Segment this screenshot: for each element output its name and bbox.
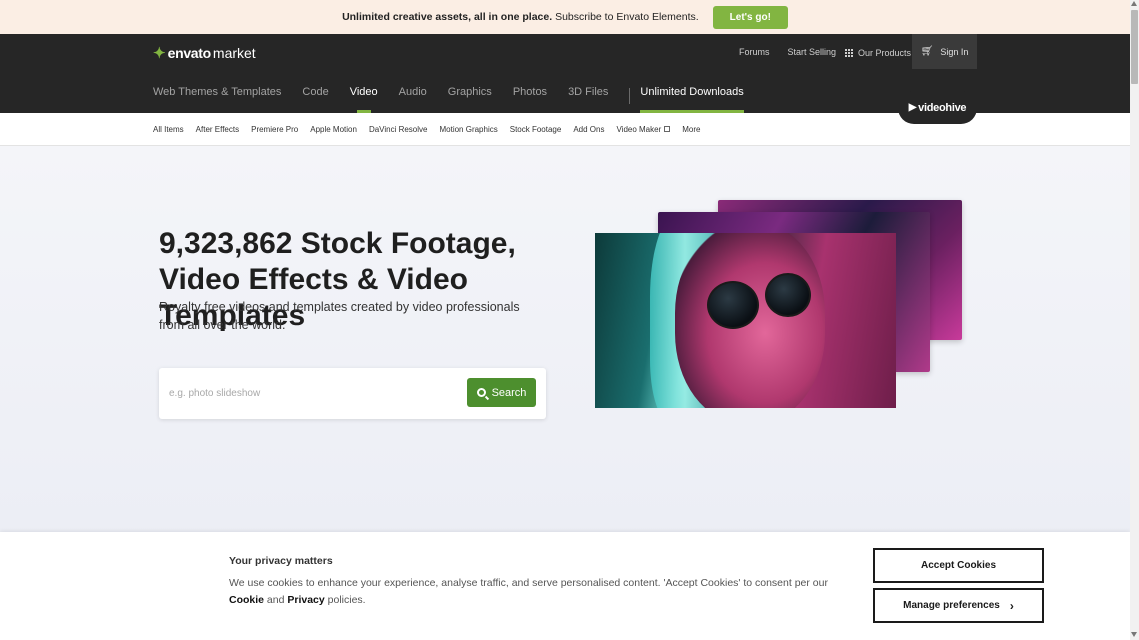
search-icon xyxy=(476,388,486,397)
subnav-video-maker-label: Video Maker xyxy=(616,125,662,134)
manage-preferences-button[interactable]: Manage preferences › xyxy=(873,588,1044,623)
manage-preferences-label: Manage preferences xyxy=(903,600,1000,611)
nav-divider xyxy=(629,87,631,104)
main-nav: Web Themes & Templates Code Video Audio … xyxy=(153,86,745,113)
videohive-icon: ▶ xyxy=(908,102,917,113)
subnav-after-effects[interactable]: After Effects xyxy=(196,125,239,134)
forums-link[interactable]: Forums xyxy=(739,47,770,57)
sunglasses-lens-right xyxy=(765,273,811,317)
search-button-label: Search xyxy=(491,386,527,399)
subnav-stock-footage[interactable]: Stock Footage xyxy=(510,125,562,134)
sign-in-link[interactable]: Sign In xyxy=(940,47,968,57)
cookie-title: Your privacy matters xyxy=(229,555,333,567)
nav-photos[interactable]: Photos xyxy=(513,86,547,113)
hero-subtitle: Royalty free videos and templates create… xyxy=(159,300,520,332)
subnav-video-maker[interactable]: Video Maker xyxy=(616,125,671,134)
nav-unlimited-downloads[interactable]: Unlimited Downloads xyxy=(640,86,745,113)
nav-video[interactable]: Video xyxy=(350,86,378,113)
hero-section: 9,323,862 Stock Footage, Video Effects &… xyxy=(0,146,1130,532)
nav-web-themes[interactable]: Web Themes & Templates xyxy=(153,86,281,113)
scroll-down-arrow-icon[interactable] xyxy=(1131,632,1137,637)
subnav-apple-motion[interactable]: Apple Motion xyxy=(310,125,357,134)
nav-graphics[interactable]: Graphics xyxy=(448,86,492,113)
search-box: Search xyxy=(159,368,546,419)
scroll-thumb[interactable] xyxy=(1131,10,1138,84)
envato-market-logo[interactable]: ✦ envato market xyxy=(153,44,256,62)
external-link-icon xyxy=(664,126,671,132)
privacy-policy-link[interactable]: Privacy xyxy=(287,594,324,606)
subnav-more[interactable]: More xyxy=(682,125,700,134)
cookie-text-and: and xyxy=(264,594,288,606)
promo-text-rest: Subscribe to Envato Elements. xyxy=(555,11,699,23)
subnav-motion-graphics[interactable]: Motion Graphics xyxy=(439,125,497,134)
videohive-badge[interactable]: ▶ videohive xyxy=(898,91,977,124)
logo-brand: envato xyxy=(167,45,212,61)
subnav-add-ons[interactable]: Add Ons xyxy=(573,125,604,134)
nav-3d-files[interactable]: 3D Files xyxy=(568,86,608,113)
hero-image-woman-sunglasses xyxy=(595,233,896,408)
search-input[interactable] xyxy=(169,382,459,404)
sign-in-area[interactable]: 🛒︎ Sign In xyxy=(912,34,977,69)
promo-text-bold: Unlimited creative assets, all in one pl… xyxy=(342,11,553,23)
logo-product: market xyxy=(212,45,256,61)
cart-icon[interactable]: 🛒︎ xyxy=(921,46,934,57)
page-scrollbar[interactable] xyxy=(1130,0,1139,640)
top-links: Forums Start Selling xyxy=(739,47,836,57)
grid-icon xyxy=(845,49,853,57)
cookie-text-part1: We use cookies to enhance your experienc… xyxy=(229,577,828,589)
chevron-right-icon: › xyxy=(1009,598,1014,613)
cookie-policy-link[interactable]: Cookie xyxy=(229,594,264,606)
videohive-label: videohive xyxy=(918,101,967,114)
nav-code[interactable]: Code xyxy=(302,86,328,113)
cookie-text: We use cookies to enhance your experienc… xyxy=(229,575,849,609)
our-products-menu[interactable]: Our Products xyxy=(845,48,911,58)
lets-go-button[interactable]: Let's go! xyxy=(712,5,788,29)
our-products-label: Our Products xyxy=(858,48,912,58)
subnav-davinci-resolve[interactable]: DaVinci Resolve xyxy=(369,125,428,134)
accept-cookies-button[interactable]: Accept Cookies xyxy=(873,548,1044,583)
search-button[interactable]: Search xyxy=(467,378,536,407)
promo-banner: Unlimited creative assets, all in one pl… xyxy=(0,0,1130,34)
sunglasses-lens-left xyxy=(707,281,759,329)
subnav-premiere-pro[interactable]: Premiere Pro xyxy=(251,125,298,134)
cookie-text-part2: policies. xyxy=(324,594,366,606)
subnav-all-items[interactable]: All Items xyxy=(153,125,184,134)
cookie-consent-bar: Your privacy matters We use cookies to e… xyxy=(0,532,1130,640)
start-selling-link[interactable]: Start Selling xyxy=(788,47,837,57)
promo-text: Unlimited creative assets, all in one pl… xyxy=(342,11,699,23)
envato-leaf-icon: ✦ xyxy=(153,45,166,62)
nav-audio[interactable]: Audio xyxy=(399,86,427,113)
scroll-up-arrow-icon[interactable] xyxy=(1131,1,1137,6)
